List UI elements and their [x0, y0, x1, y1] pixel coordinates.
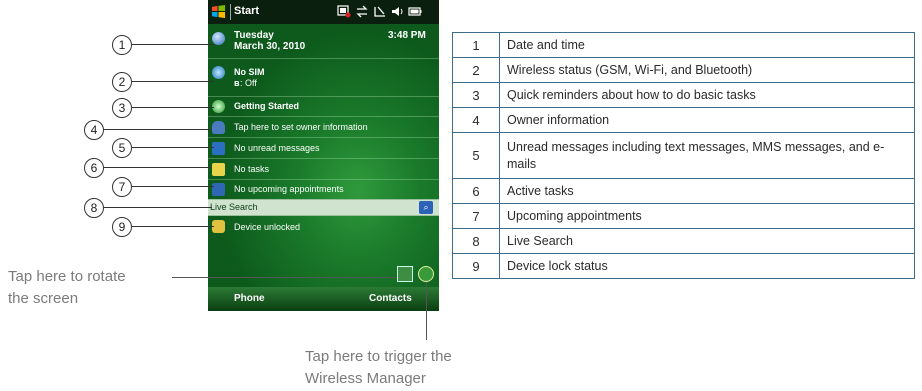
legend-num: 9 [452, 253, 500, 279]
callout-line [132, 186, 214, 187]
status-bar: Start [208, 0, 439, 24]
legend-row: 9 Device lock status [452, 253, 915, 279]
legend-row: 7 Upcoming appointments [452, 203, 915, 229]
status-separator [230, 4, 231, 20]
wireless-note-line1: Tap here to trigger the [305, 348, 452, 365]
legend-row: 3 Quick reminders about how to do basic t… [452, 82, 915, 108]
messages-icon [212, 142, 225, 155]
callout-8: 8 [84, 198, 104, 218]
legend-row: 1 Date and time [452, 32, 915, 58]
legend-text: Upcoming appointments [499, 203, 915, 229]
time-text: 3:48 PM [388, 30, 426, 41]
date-time-item[interactable]: Tuesday March 30, 2010 3:48 PM [208, 24, 439, 58]
connectivity-icon[interactable] [355, 5, 369, 18]
legend-row: 5 Unread messages including text messages… [452, 132, 915, 179]
callout-line [132, 147, 214, 148]
battery-icon[interactable] [408, 5, 422, 18]
legend-num: 8 [452, 228, 500, 254]
live-search-bar[interactable]: Live Search ⌕ [208, 199, 439, 216]
legend-row: 4 Owner information [452, 107, 915, 133]
date-date: March 30, 2010 [234, 41, 306, 52]
softkey-phone[interactable]: Phone [234, 293, 265, 304]
search-icon[interactable]: ⌕ [419, 201, 433, 214]
no-sim-icon[interactable] [337, 5, 351, 18]
tasks-icon [212, 163, 225, 176]
callout-3: 3 [112, 98, 132, 118]
appointments-label: No upcoming appointments [234, 184, 344, 194]
sim-status: No SIM [234, 67, 265, 77]
legend-num: 7 [452, 203, 500, 229]
legend-text: Wireless status (GSM, Wi-Fi, and Bluetoo… [499, 57, 915, 83]
callout-2: 2 [112, 72, 132, 92]
phone-today-screen: Start Tuesday March 30, 2010 3:48 PM No … [208, 0, 439, 311]
callout-line [104, 129, 212, 130]
legend-text: Quick reminders about how to do basic ta… [499, 82, 915, 108]
windows-start-icon[interactable] [211, 4, 226, 19]
tasks-item[interactable]: No tasks [208, 159, 439, 179]
legend-text: Unread messages including text messages,… [499, 132, 915, 179]
callout-line [104, 167, 212, 168]
legend-text: Active tasks [499, 178, 915, 204]
wireless-pointer-line [426, 282, 427, 340]
appointments-item[interactable]: No upcoming appointments [208, 180, 439, 199]
bluetooth-status: : Off [240, 78, 257, 88]
legend-text: Date and time [499, 32, 915, 58]
device-lock-item[interactable]: Device unlocked [208, 216, 439, 238]
callout-line [132, 226, 214, 227]
rotate-note-line2: the screen [8, 290, 79, 307]
legend-num: 4 [452, 107, 500, 133]
legend-row: 8 Live Search [452, 228, 915, 254]
lock-label: Device unlocked [234, 222, 301, 232]
callout-5: 5 [112, 138, 132, 158]
wireless-status-item[interactable]: No SIM ʙ : Off [208, 59, 439, 96]
legend-num: 2 [452, 57, 500, 83]
callout-6: 6 [84, 158, 104, 178]
volume-icon[interactable] [391, 5, 405, 18]
legend-num: 6 [452, 178, 500, 204]
legend-num: 1 [452, 32, 500, 58]
date-day: Tuesday [234, 30, 274, 41]
legend-text: Live Search [499, 228, 915, 254]
tasks-label: No tasks [234, 164, 270, 174]
antenna-icon [212, 66, 225, 79]
callout-7: 7 [112, 177, 132, 197]
getting-started-item[interactable]: Getting Started [208, 97, 439, 116]
rotate-pointer-line [172, 277, 396, 278]
calendar-icon [212, 183, 225, 196]
owner-label: Tap here to set owner information [234, 122, 368, 132]
legend-text: Owner information [499, 107, 915, 133]
legend-text: Device lock status [499, 253, 915, 279]
signal-off-icon[interactable] [373, 5, 387, 18]
callout-line [132, 81, 214, 82]
legend-num: 5 [452, 132, 500, 179]
start-title[interactable]: Start [234, 5, 259, 17]
owner-icon [212, 121, 225, 134]
wireless-note-line2: Wireless Manager [305, 370, 426, 387]
getting-started-label: Getting Started [234, 101, 300, 111]
search-label[interactable]: Live Search [210, 202, 258, 212]
legend-num: 3 [452, 82, 500, 108]
messages-label: No unread messages [234, 143, 320, 153]
rotate-note-line1: Tap here to rotate [8, 268, 126, 285]
callout-line [132, 44, 214, 45]
softkey-bar: Phone Contacts [208, 287, 439, 311]
callout-line [132, 107, 214, 108]
legend-row: 2 Wireless status (GSM, Wi-Fi, and Blueto… [452, 57, 915, 83]
callout-4: 4 [84, 120, 104, 140]
legend-row: 6 Active tasks [452, 178, 915, 204]
callout-line [104, 207, 212, 208]
messages-item[interactable]: No unread messages [208, 138, 439, 158]
legend-table: 1 Date and time 2 Wireless status (GSM, Wi… [452, 32, 915, 279]
wireless-manager-icon[interactable] [418, 266, 434, 282]
bluetooth-icon: ʙ [234, 78, 240, 88]
callout-1: 1 [112, 35, 132, 55]
callout-9: 9 [112, 217, 132, 237]
owner-item[interactable]: Tap here to set owner information [208, 117, 439, 137]
rotate-screen-icon[interactable] [397, 266, 413, 282]
softkey-contacts[interactable]: Contacts [369, 293, 412, 304]
